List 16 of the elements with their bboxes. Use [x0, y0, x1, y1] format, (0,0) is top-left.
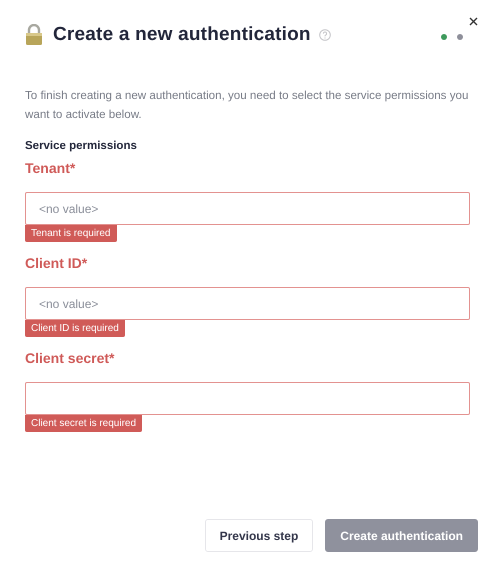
- field-label: Tenant*: [25, 160, 76, 178]
- input-field[interactable]: <no value>: [25, 287, 470, 320]
- description-text: To finish creating a new authentication, you need to select the service permissions you want to activate below.: [25, 88, 470, 123]
- back-button[interactable]: Previous step: [204, 519, 314, 552]
- section-heading: Service permissions: [25, 140, 138, 152]
- error-message: Client secret is required: [25, 415, 142, 432]
- close-icon[interactable]: [469, 17, 478, 26]
- error-message: Client ID is required: [25, 320, 125, 337]
- padlock-icon: [25, 24, 43, 46]
- field-label: Client secret*: [25, 350, 114, 368]
- input-field[interactable]: [25, 382, 470, 415]
- dialog-title: Create a new authentication: [53, 24, 311, 46]
- input-field[interactable]: <no value>: [25, 192, 470, 225]
- error-message: Tenant is required: [25, 225, 116, 242]
- field-label: Client ID*: [25, 255, 88, 273]
- help-icon[interactable]: [318, 29, 331, 41]
